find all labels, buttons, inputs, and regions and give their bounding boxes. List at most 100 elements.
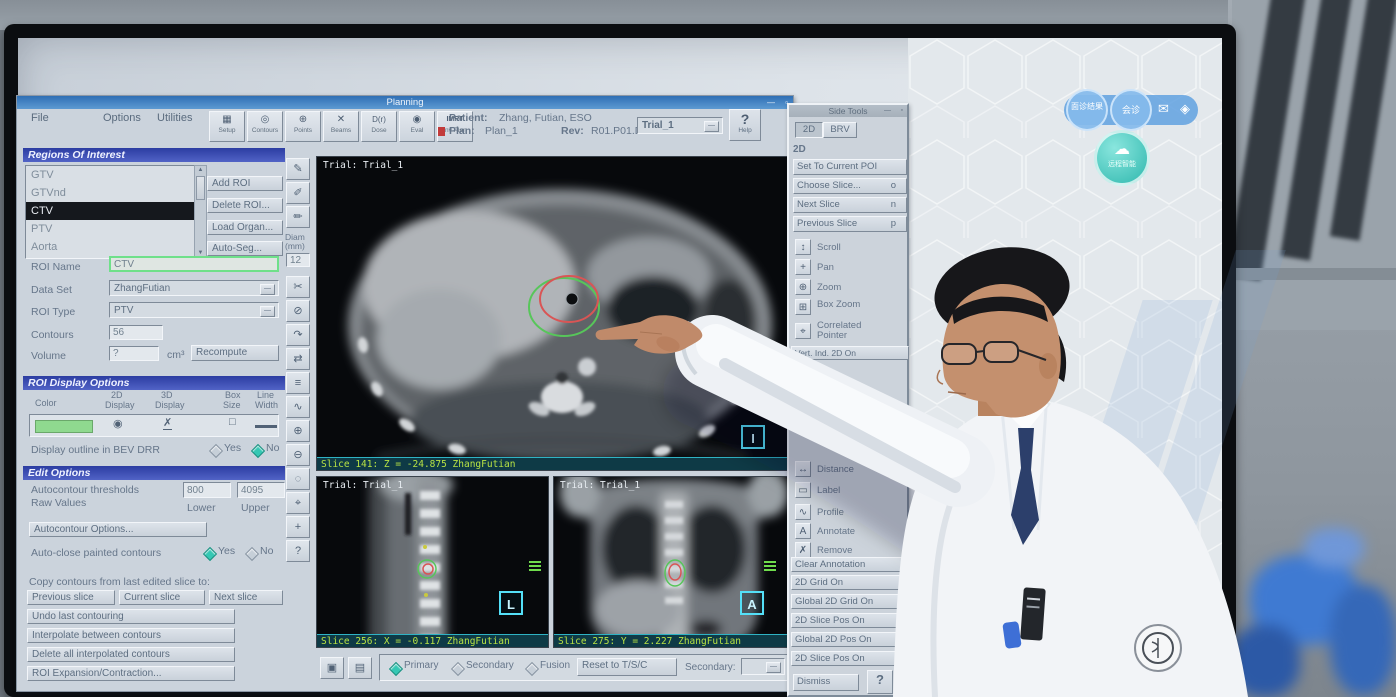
zoom-tool-label[interactable]: Zoom (817, 283, 841, 293)
copy-view-icon[interactable]: ▣ (320, 657, 344, 679)
sagittal-viewport[interactable]: Trial: Trial_1 L Slice 256: X = -0.117 Z… (316, 476, 549, 648)
add-roi-button[interactable]: Add ROI (207, 176, 283, 191)
previous-slice-button[interactable]: Previous slice (27, 590, 115, 605)
profile-tool-label[interactable]: Profile (817, 508, 844, 518)
consult-result-button[interactable]: 面诊结果 (1066, 89, 1108, 131)
swap-tool-icon[interactable]: ⇄ (286, 348, 310, 370)
global-2d-pos-on-button[interactable]: Global 2D Pos On (791, 632, 909, 647)
roi-type-dropdown[interactable]: PTV — (109, 302, 279, 318)
coronal-viewport[interactable]: Trial: Trial_1 A Slice 275: Y = 2.227 Zh… (553, 476, 789, 648)
box-zoom-tool-label[interactable]: Box Zoom (817, 300, 877, 310)
cut-tool-icon[interactable]: ✂ (286, 276, 310, 298)
dataset-dropdown[interactable]: ZhangFutian — (109, 280, 279, 296)
correlated-pointer-tool-label[interactable]: Correlated Pointer (817, 321, 887, 341)
help-button[interactable]: ? Help (729, 109, 761, 141)
autoclose-no-label[interactable]: No (260, 545, 273, 557)
roi-item-aorta[interactable]: Aorta (26, 238, 194, 256)
scroll-up-icon[interactable]: ▲ (195, 166, 206, 175)
remove-tool-icon[interactable]: ✗ (795, 542, 811, 558)
remote-ai-button[interactable]: ☁ 远程智能 (1094, 130, 1150, 186)
side-tools-titlebar[interactable]: Side Tools — ▫ (789, 105, 907, 117)
list-tool-icon[interactable]: ≡ (286, 372, 310, 394)
zoom-tool-icon[interactable]: ⊕ (795, 279, 811, 295)
next-slice-button[interactable]: Next Slice n (793, 197, 907, 213)
roi-expansion-button[interactable]: ROI Expansion/Contraction... (27, 666, 235, 681)
tab-brv[interactable]: BRV (823, 122, 857, 138)
delete-roi-button[interactable]: Delete ROI... (207, 198, 283, 213)
secondary-dropdown[interactable]: — (741, 658, 785, 675)
bev-no-toggle[interactable] (251, 444, 265, 458)
pan-tool-icon[interactable]: + (795, 259, 811, 275)
roi-color-swatch[interactable] (35, 420, 93, 433)
app-titlebar[interactable]: Planning — ▫ (17, 96, 793, 109)
label-tool-icon[interactable]: ▭ (795, 482, 811, 498)
box-zoom-tool-icon[interactable]: ⊞ (795, 299, 811, 315)
autoclose-no-toggle[interactable] (245, 547, 259, 561)
undo-contouring-button[interactable]: Undo last contouring (27, 609, 235, 624)
box-size-icon[interactable]: □ (229, 416, 236, 428)
dismiss-button[interactable]: Dismiss (793, 674, 859, 691)
roi-listbox[interactable]: GTV GTVnd CTV PTV Aorta (25, 165, 195, 259)
line-width-icon[interactable] (255, 425, 277, 428)
pan-tool-label[interactable]: Pan (817, 263, 834, 273)
diamond-badge-icon[interactable]: ◈ (1180, 101, 1190, 117)
2d-slice-pos-on-button-2[interactable]: 2D Slice Pos On (791, 651, 909, 666)
secondary-label[interactable]: Secondary (466, 660, 514, 671)
toolbar-points-button[interactable]: ⊕Points (285, 111, 321, 142)
minimize-icon[interactable]: — (884, 105, 891, 117)
next-slice-button[interactable]: Next slice (209, 590, 283, 605)
global-2d-grid-on-button[interactable]: Global 2D Grid On (791, 594, 909, 609)
delete-interpolated-button[interactable]: Delete all interpolated contours (27, 647, 235, 662)
exclude-tool-icon[interactable]: ⊘ (286, 300, 310, 322)
interpolate-button[interactable]: Interpolate between contours (27, 628, 235, 643)
profile-tool-icon[interactable]: ∿ (795, 504, 811, 520)
toolbar-contours-button[interactable]: ◎Contours (247, 111, 283, 142)
correlated-pointer-tool-icon[interactable]: ⌖ (795, 323, 811, 339)
roi-item-gtvnd[interactable]: GTVnd (26, 184, 194, 202)
paint-tool-icon[interactable]: ✐ (286, 182, 310, 204)
annotate-tool-label[interactable]: Annotate (817, 527, 855, 537)
strip-help-icon[interactable]: ? (286, 540, 310, 562)
roi-item-ptv[interactable]: PTV (26, 220, 194, 238)
draw-tool-icon[interactable]: ✎ (286, 158, 310, 180)
bev-yes-label[interactable]: Yes (224, 442, 241, 454)
auto-seg-button[interactable]: Auto-Seg... (207, 241, 283, 256)
previous-slice-button[interactable]: Previous Slice p (793, 216, 907, 232)
menu-file[interactable]: File (31, 112, 49, 124)
contract-tool-icon[interactable]: ⊖ (286, 444, 310, 466)
erase-tool-icon[interactable]: ✏ (286, 206, 310, 228)
scroll-tool-icon[interactable]: ↕ (795, 239, 811, 255)
3d-display-icon[interactable]: ✗ (163, 416, 172, 430)
autoclose-yes-label[interactable]: Yes (218, 545, 235, 557)
lower-threshold-input[interactable]: 800 (183, 482, 231, 498)
roi-name-input[interactable]: CTV (109, 256, 279, 272)
add-tool-icon[interactable]: + (286, 516, 310, 538)
consultation-button[interactable]: 会诊 (1110, 89, 1152, 131)
expand-tool-icon[interactable]: ⊕ (286, 420, 310, 442)
side-tools-help-icon[interactable]: ? (867, 670, 893, 694)
clear-annotation-button[interactable]: Clear Annotation (791, 557, 909, 572)
tab-2d[interactable]: 2D (795, 122, 823, 138)
axial-viewport[interactable]: Trial: Trial_1 I Slice 141: Z = -24.875 … (316, 156, 789, 471)
distance-tool-label[interactable]: Distance (817, 465, 854, 475)
recompute-button[interactable]: Recompute (191, 345, 279, 361)
toolbar-dose-button[interactable]: D(r)Dose (361, 111, 397, 142)
circle-tool-icon[interactable]: ◌ (286, 468, 310, 490)
toolbar-eval-button[interactable]: ◉Eval (399, 111, 435, 142)
fusion-label[interactable]: Fusion (540, 660, 570, 671)
annotate-tool-icon[interactable]: A (795, 523, 811, 539)
2d-display-icon[interactable]: ◉ (113, 417, 123, 430)
autoclose-yes-toggle[interactable] (203, 547, 217, 561)
label-tool-label[interactable]: Label (817, 486, 840, 496)
2d-grid-on-button[interactable]: 2D Grid On (791, 575, 909, 590)
toolbar-beams-button[interactable]: ✕Beams (323, 111, 359, 142)
diam-value-input[interactable]: 12 (286, 253, 310, 267)
choose-slice-button[interactable]: Choose Slice... o (793, 178, 907, 194)
target-tool-icon[interactable]: ⌖ (286, 492, 310, 514)
scrollbar-thumb[interactable] (196, 176, 205, 200)
envelope-icon[interactable]: ✉ (1158, 101, 1169, 117)
roi-list-scrollbar[interactable]: ▲ ▼ (194, 165, 207, 259)
set-to-current-poi-button[interactable]: Set To Current POI (793, 159, 907, 175)
remove-tool-label[interactable]: Remove (817, 546, 852, 556)
distance-tool-icon[interactable]: ↔ (795, 461, 811, 477)
